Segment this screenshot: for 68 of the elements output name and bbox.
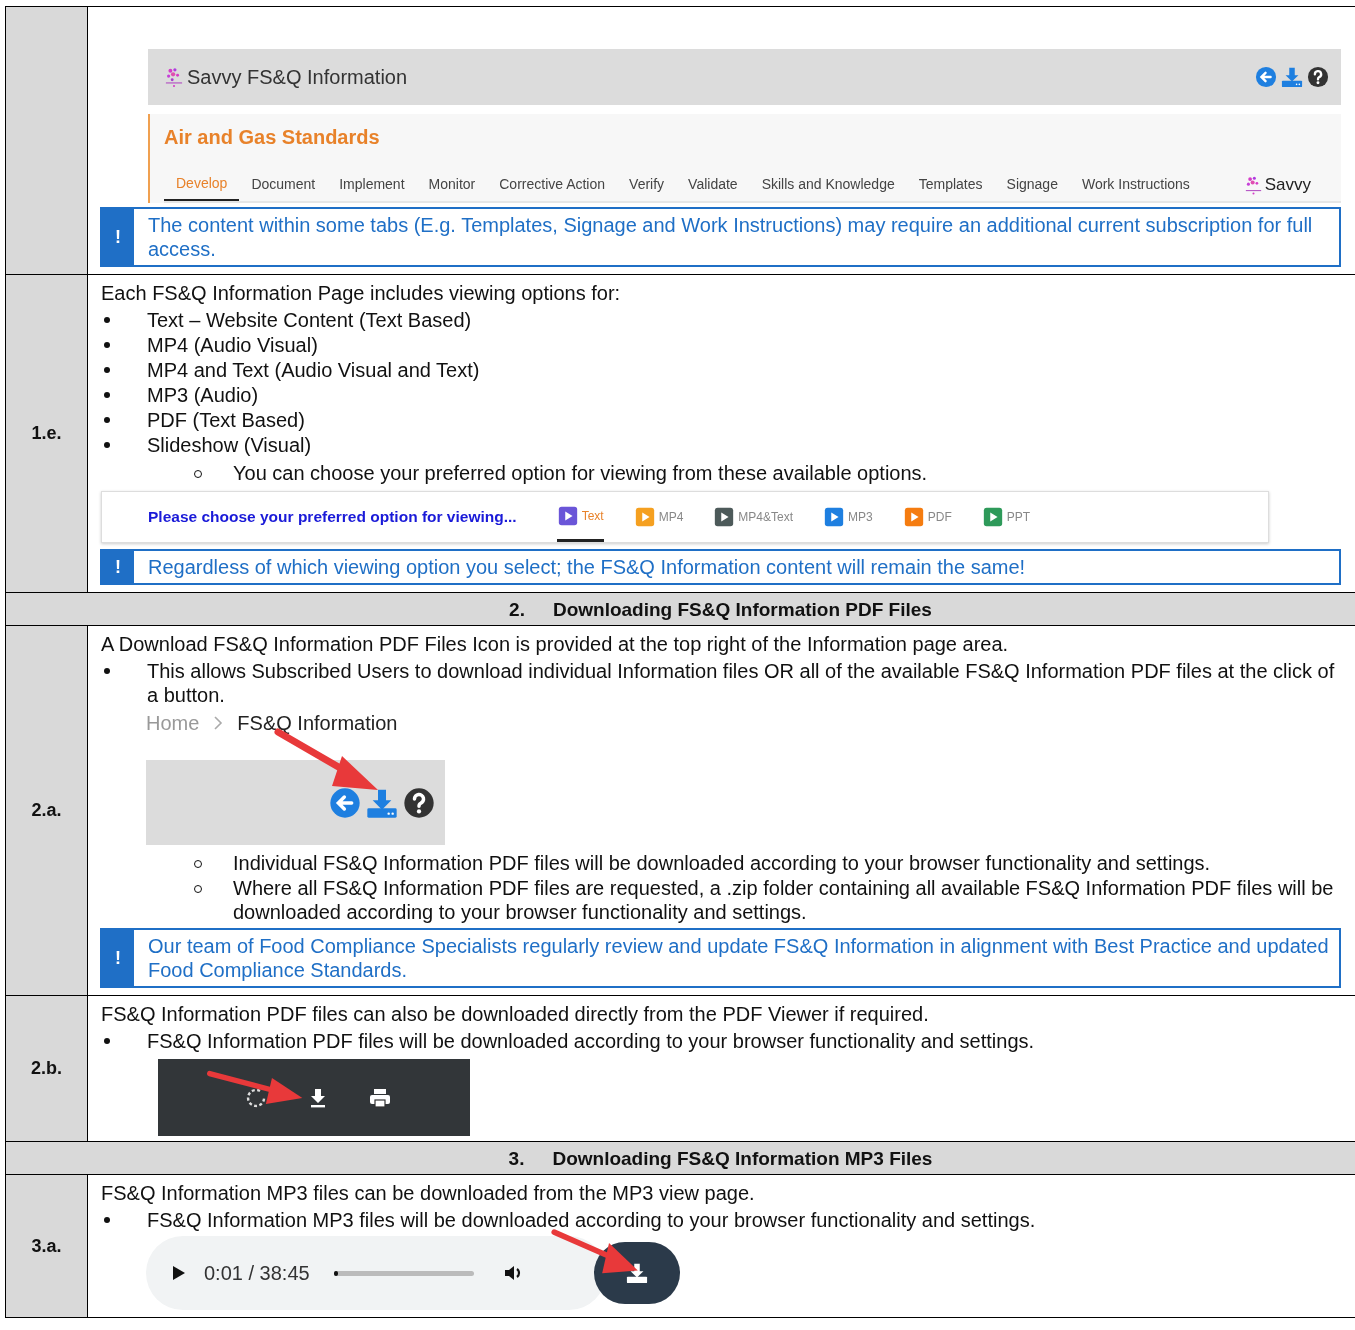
list-item: This allows Subscribed Users to download individual Information files OR all of the available FS&Q Information PDF files at the click of a button.: [147, 659, 1336, 707]
bullet-dot: [104, 317, 110, 323]
view-option[interactable]: PPT: [981, 492, 1031, 542]
back-icon[interactable]: [329, 786, 361, 819]
paragraph: A Download FS&Q Information PDF Files Icon is provided at the top right of the Information page area.: [101, 632, 1010, 656]
help-icon[interactable]: [1307, 66, 1329, 88]
breadcrumb-link[interactable]: FS&Q Information: [237, 711, 398, 735]
paragraph: Each FS&Q Information Page includes viewing options for:: [101, 281, 622, 305]
play-icon[interactable]: [170, 1265, 186, 1281]
paragraph: FS&Q Information PDF files can also be downloaded directly from the PDF Viewer if required.: [101, 1002, 930, 1026]
list-item: FS&Q Information MP3 files will be downloaded according to your browser functionality and settings.: [147, 1208, 1036, 1232]
list-item: MP4 and Text (Audio Visual and Text): [147, 358, 480, 382]
list-item: Slideshow (Visual): [147, 433, 312, 457]
step-label: 1.e.: [31, 423, 62, 444]
section-number: 3.: [508, 1148, 525, 1170]
tab[interactable]: Signage: [994, 170, 1070, 200]
list-item: MP3 (Audio): [147, 383, 259, 407]
list-item: FS&Q Information PDF files will be downloaded according to your browser functionality and settings.: [147, 1029, 1035, 1053]
paragraph: FS&Q Information MP3 files can be downloaded from the MP3 view page.: [101, 1181, 756, 1205]
section-heading: Downloading FS&Q Information MP3 Files: [552, 1148, 933, 1170]
note-text: The content within some tabs (E.g. Templates, Signage and Work Instructions) may require an additional current subscription for full access.: [147, 213, 1314, 262]
bullet-dot: [104, 668, 110, 674]
note-text: Our team of Food Compliance Specialists regularly review and update FS&Q Information in alignment with Best Practice and updated Food Compliance Standards.: [147, 934, 1330, 983]
list-item: PDF (Text Based): [147, 408, 305, 432]
bullet-dot: [104, 442, 110, 448]
bullet-dot: [104, 367, 110, 373]
list-item: You can choose your preferred option for viewing from these available options.: [233, 461, 928, 485]
note-marker: !: [102, 551, 134, 583]
tab[interactable]: Validate: [676, 170, 750, 200]
app-title: Savvy FS&Q Information: [187, 65, 408, 89]
step-label: 2.b.: [31, 1058, 62, 1079]
tab[interactable]: Implement: [327, 170, 417, 200]
tab[interactable]: Monitor: [416, 170, 488, 200]
bullet-dot: [104, 417, 110, 423]
logo-text: Savvy: [1264, 175, 1311, 195]
note-marker: !: [102, 209, 134, 265]
view-option[interactable]: MP3: [823, 492, 873, 542]
step-label: 3.a.: [31, 1235, 62, 1257]
view-option[interactable]: MP4&Text: [713, 492, 794, 542]
bullet-dot: [104, 392, 110, 398]
chevron-icon: [213, 715, 224, 731]
note-marker: !: [102, 930, 134, 986]
bullet-dot: [104, 1217, 110, 1223]
tab[interactable]: Skills and Knowledge: [749, 170, 907, 200]
tab[interactable]: Verify: [617, 170, 677, 200]
download-icon: [626, 1262, 648, 1284]
tab[interactable]: Document: [239, 170, 328, 200]
bullet-dot: [104, 342, 110, 348]
tab[interactable]: Templates: [906, 170, 995, 200]
tab[interactable]: Corrective Action: [487, 170, 618, 200]
view-option[interactable]: PDF: [902, 492, 952, 542]
list-item: Where all FS&Q Information PDF files are requested, a .zip folder containing all available FS&Q Information PDF files will be downloaded according to your browser functionality and settings.: [233, 876, 1335, 924]
list-item: MP4 (Audio Visual): [147, 333, 318, 357]
section-heading: Downloading FS&Q Information PDF Files: [552, 599, 932, 621]
note-text: Regardless of which viewing option you select; the FS&Q Information content will remain the same!: [147, 555, 1027, 580]
help-icon[interactable]: [403, 786, 435, 819]
page-title: Air and Gas Standards: [164, 126, 381, 149]
view-option[interactable]: MP4: [633, 492, 684, 542]
view-options-prompt: Please choose your preferred option for viewing...: [148, 508, 517, 526]
back-icon[interactable]: [1255, 66, 1277, 88]
list-item: Text – Website Content (Text Based): [147, 308, 472, 332]
list-item: Individual FS&Q Information PDF files will be downloaded according to your browser functionality and settings.: [233, 851, 1211, 875]
tab[interactable]: Work Instructions: [1069, 170, 1202, 200]
progress-track[interactable]: [333, 1270, 474, 1276]
section-number: 2.: [509, 599, 525, 621]
step-label: 2.a.: [31, 800, 62, 821]
bullet-dot: [104, 1038, 110, 1044]
time-display: 0:01 / 38:45: [204, 1261, 310, 1285]
